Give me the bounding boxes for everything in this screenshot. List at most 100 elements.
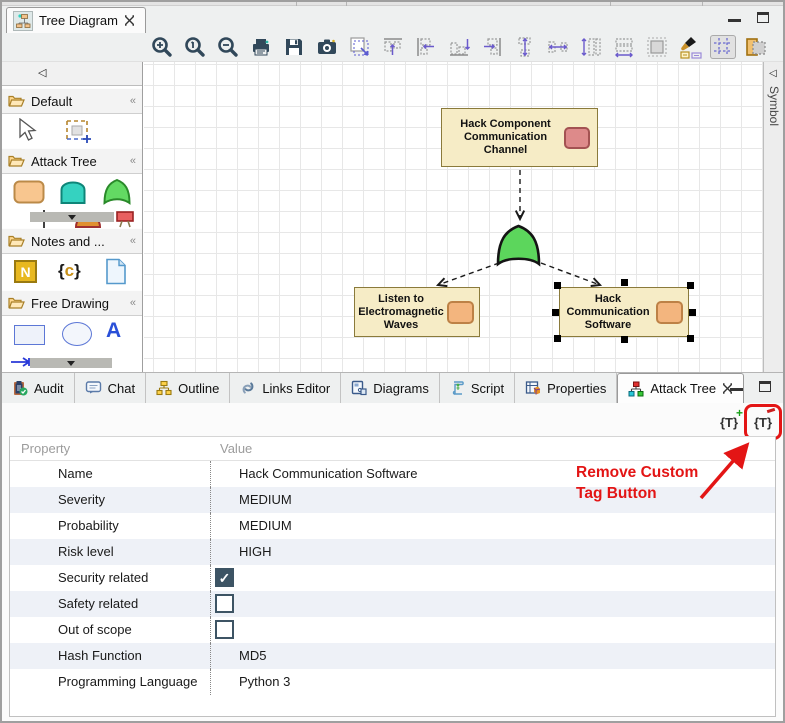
fit-to-selection-icon[interactable] xyxy=(644,35,670,59)
selection-handle[interactable] xyxy=(552,309,559,316)
and-gate-tool[interactable] xyxy=(59,178,87,205)
minimize-icon[interactable] xyxy=(728,12,741,22)
pin-icon[interactable]: « xyxy=(130,297,136,309)
table-row[interactable]: Severity MEDIUM xyxy=(10,487,775,513)
tab-chat[interactable]: Chat xyxy=(75,373,146,403)
section-label: Free Drawing xyxy=(31,296,124,311)
table-row[interactable]: Probability MEDIUM xyxy=(10,513,775,539)
pin-icon[interactable]: « xyxy=(130,155,136,167)
selection-handle[interactable] xyxy=(621,279,628,286)
match-height-icon[interactable] xyxy=(578,35,604,59)
zoom-out-icon[interactable] xyxy=(215,35,241,59)
folder-open-icon xyxy=(8,154,25,168)
print-icon[interactable] xyxy=(248,35,274,59)
text-tool[interactable]: A xyxy=(106,319,121,343)
toggle-grid-icon[interactable] xyxy=(710,35,736,59)
tab-attack-tree[interactable]: Attack Tree xyxy=(617,373,744,403)
collapse-left-icon[interactable]: ◁ xyxy=(38,66,46,79)
format-painter-icon[interactable] xyxy=(677,35,703,59)
property-value[interactable]: MEDIUM xyxy=(210,513,775,539)
node-hack-component-communication-channel[interactable]: Hack Component Communication Channel xyxy=(441,108,598,167)
table-row[interactable]: Hash Function MD5 xyxy=(10,643,775,669)
center-horizontal-icon[interactable] xyxy=(545,35,571,59)
node-shape-tool[interactable] xyxy=(13,180,45,204)
tab-audit[interactable]: Audit xyxy=(2,373,75,403)
palette-section-attack-tree[interactable]: Attack Tree « xyxy=(2,148,142,174)
symbol-strip: ◁ Symbol xyxy=(763,62,783,372)
palette-collapse-bar[interactable]: ◁ xyxy=(2,62,142,86)
add-custom-tag-button[interactable]: {T} + xyxy=(716,409,742,435)
palette-section-default[interactable]: Default « xyxy=(2,88,142,114)
select-tool[interactable] xyxy=(16,118,38,144)
symbol-strip-label[interactable]: Symbol xyxy=(767,86,781,126)
checkbox[interactable] xyxy=(215,620,234,639)
marquee-zoom-icon[interactable] xyxy=(347,35,373,59)
collapse-left-icon[interactable]: ◁ xyxy=(769,68,777,79)
links-icon xyxy=(240,380,256,396)
edit-appearance-icon[interactable] xyxy=(743,35,769,59)
chat-icon xyxy=(85,380,102,396)
checkbox[interactable] xyxy=(215,568,234,587)
pin-icon[interactable]: « xyxy=(130,235,136,247)
match-width-icon[interactable] xyxy=(611,35,637,59)
palette-scroll-indicator[interactable] xyxy=(30,212,114,222)
tab-outline[interactable]: Outline xyxy=(146,373,230,403)
tab-close-icon[interactable] xyxy=(124,15,135,26)
selection-handle[interactable] xyxy=(687,335,694,342)
header-value: Value xyxy=(210,437,775,460)
marquee-tool[interactable] xyxy=(64,118,92,145)
tab-diagrams[interactable]: Diagrams xyxy=(341,373,440,403)
property-value[interactable]: HIGH xyxy=(210,539,775,565)
screenshot-icon[interactable] xyxy=(314,35,340,59)
palette-scroll-indicator[interactable] xyxy=(30,358,112,368)
header-property: Property xyxy=(10,437,210,460)
table-row[interactable]: Security related xyxy=(10,565,775,591)
table-row[interactable]: Out of scope xyxy=(10,617,775,643)
tab-script[interactable]: Script xyxy=(440,373,515,403)
zoom-in-icon[interactable] xyxy=(149,35,175,59)
selection-handle[interactable] xyxy=(689,309,696,316)
property-value[interactable]: MD5 xyxy=(210,643,775,669)
tab-tree-diagram[interactable]: Tree Diagram xyxy=(6,7,146,33)
node-hack-communication-software[interactable]: Hack Communication Software xyxy=(559,287,689,337)
remove-custom-tag-button[interactable]: {T} xyxy=(750,409,776,435)
center-vertical-icon[interactable] xyxy=(512,35,538,59)
selection-handle[interactable] xyxy=(554,335,561,342)
table-row[interactable]: Name Hack Communication Software xyxy=(10,461,775,487)
maximize-icon[interactable] xyxy=(757,12,769,23)
document-tool[interactable] xyxy=(105,258,127,285)
palette-section-free-drawing[interactable]: Free Drawing « xyxy=(2,290,142,316)
panel-maximize-icon[interactable] xyxy=(759,381,771,392)
selection-handle[interactable] xyxy=(687,282,694,289)
note-tool[interactable]: N xyxy=(14,260,37,283)
selection-handle[interactable] xyxy=(554,282,561,289)
node-listen-to-electromagnetic-waves[interactable]: Listen to Electromagnetic Waves xyxy=(354,287,480,337)
property-value[interactable]: MEDIUM xyxy=(210,487,775,513)
or-gate[interactable] xyxy=(494,223,543,267)
flag-tool[interactable] xyxy=(114,211,136,228)
tab-properties[interactable]: Properties xyxy=(515,373,617,403)
ellipse-tool[interactable] xyxy=(62,322,92,346)
or-gate-tool[interactable] xyxy=(102,178,132,205)
pin-icon[interactable]: « xyxy=(130,95,136,107)
property-value[interactable]: Python 3 xyxy=(210,669,775,695)
align-left-icon[interactable] xyxy=(413,35,439,59)
table-row[interactable]: Risk level HIGH xyxy=(10,539,775,565)
tab-links-editor[interactable]: Links Editor xyxy=(230,373,341,403)
rectangle-tool[interactable] xyxy=(14,325,45,345)
align-bottom-icon[interactable] xyxy=(446,35,472,59)
property-value[interactable]: Hack Communication Software xyxy=(210,461,775,487)
zoom-actual-icon[interactable] xyxy=(182,35,208,59)
checkbox[interactable] xyxy=(215,594,234,613)
align-right-icon[interactable] xyxy=(479,35,505,59)
table-row[interactable]: Programming Language Python 3 xyxy=(10,669,775,695)
constant-tool[interactable]: {c} xyxy=(58,261,81,281)
table-row[interactable]: Safety related xyxy=(10,591,775,617)
panel-minimize-icon[interactable] xyxy=(730,381,743,391)
save-icon[interactable] xyxy=(281,35,307,59)
align-top-icon[interactable] xyxy=(380,35,406,59)
property-label: Security related xyxy=(10,565,210,591)
selection-handle[interactable] xyxy=(621,336,628,343)
diagram-canvas[interactable]: Hack Component Communication Channel Lis… xyxy=(144,62,766,372)
palette-section-notes[interactable]: Notes and ... « xyxy=(2,228,142,254)
